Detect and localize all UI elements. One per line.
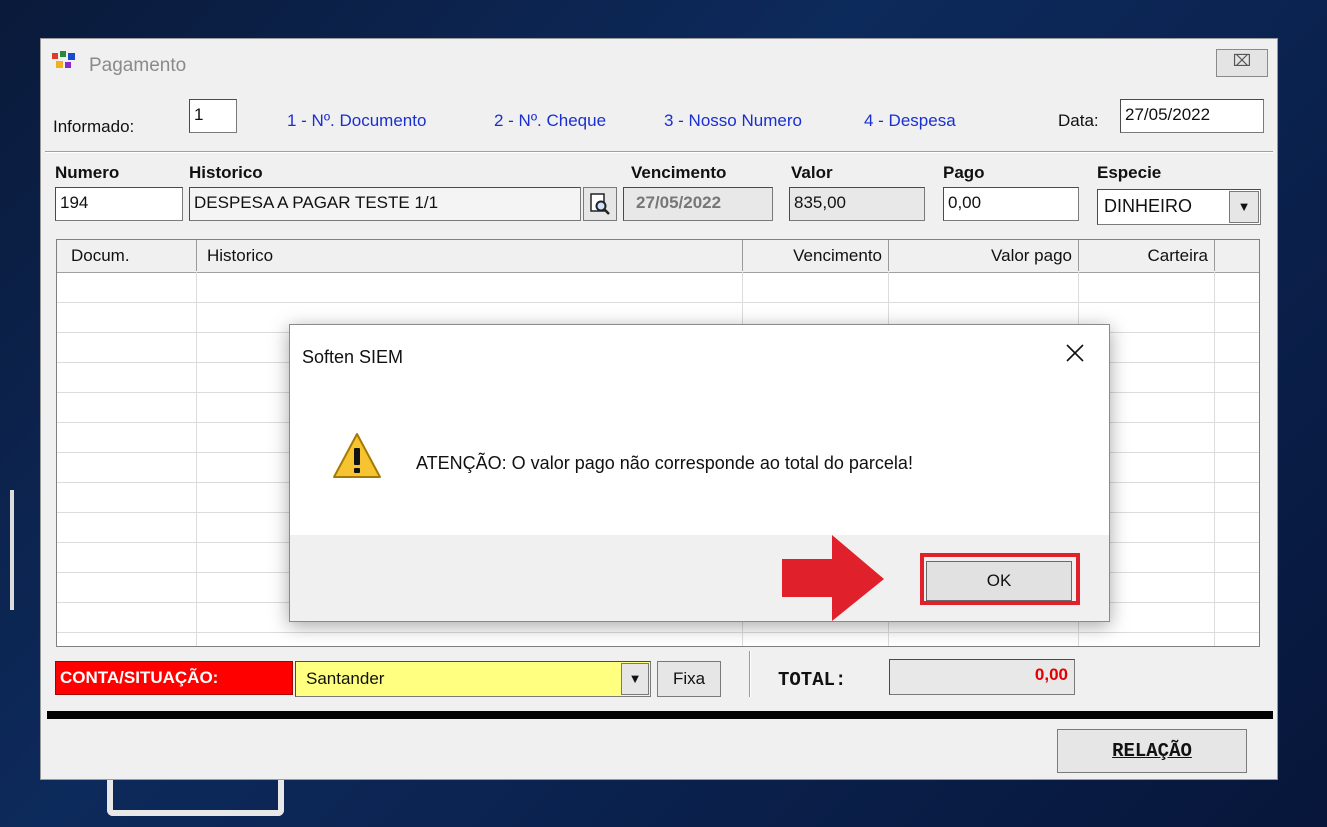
especie-label: Especie bbox=[1097, 163, 1162, 182]
divider bbox=[45, 151, 1273, 153]
historico-input[interactable]: DESPESA A PAGAR TESTE 1/1 bbox=[189, 187, 581, 221]
valor-label: Valor bbox=[791, 163, 833, 182]
fixa-button[interactable]: Fixa bbox=[657, 661, 721, 697]
informado-input[interactable]: 1 bbox=[189, 99, 237, 133]
desktop-background-shape-left bbox=[0, 490, 14, 610]
grid-line bbox=[57, 302, 1259, 303]
ok-button[interactable]: OK bbox=[926, 561, 1072, 601]
column-vencimento[interactable]: Vencimento bbox=[743, 240, 889, 271]
chevron-down-icon[interactable]: ▼ bbox=[1229, 191, 1259, 223]
conta-situacao-badge: CONTA/SITUAÇÃO: bbox=[55, 661, 293, 695]
data-label: Data: bbox=[1058, 111, 1099, 130]
historico-search-button[interactable] bbox=[583, 187, 617, 221]
grid-line bbox=[196, 272, 197, 646]
valor-input: 835,00 bbox=[789, 187, 925, 221]
grid-line bbox=[1214, 272, 1215, 646]
desktop-background-shape bbox=[107, 780, 284, 816]
pago-input[interactable]: 0,00 bbox=[943, 187, 1079, 221]
warning-icon bbox=[333, 433, 381, 478]
total-label: TOTAL: bbox=[778, 669, 847, 691]
especie-value: DINHEIRO bbox=[1104, 196, 1193, 216]
column-carteira[interactable]: Carteira bbox=[1079, 240, 1215, 271]
conta-select[interactable]: Santander ▼ bbox=[295, 661, 651, 697]
option-documento[interactable]: 1 - Nº. Documento bbox=[287, 111, 426, 131]
pago-label: Pago bbox=[943, 163, 985, 182]
column-historico[interactable]: Historico bbox=[197, 240, 743, 271]
total-value: 0,00 bbox=[889, 659, 1075, 695]
column-valor-pago[interactable]: Valor pago bbox=[889, 240, 1079, 271]
numero-label: Numero bbox=[55, 163, 120, 182]
relacao-button[interactable]: RELAÇÃO bbox=[1057, 729, 1247, 773]
grid-line bbox=[57, 632, 1259, 633]
close-icon[interactable] bbox=[1061, 339, 1089, 367]
window-titlebar[interactable]: Pagamento ⌧ bbox=[41, 39, 1277, 79]
chevron-down-icon[interactable]: ▼ bbox=[621, 663, 649, 695]
divider-bar bbox=[47, 711, 1273, 719]
window-title: Pagamento bbox=[89, 55, 187, 76]
relacao-label: RELAÇÃO bbox=[1112, 740, 1192, 762]
informado-label: Informado: bbox=[53, 117, 135, 136]
option-nosso-numero[interactable]: 3 - Nosso Numero bbox=[664, 111, 802, 131]
alert-dialog: Soften SIEM ATENÇÃO: O valor pago não co… bbox=[289, 324, 1110, 622]
vencimento-label: Vencimento bbox=[631, 163, 727, 182]
app-icon bbox=[52, 51, 75, 68]
column-docum[interactable]: Docum. bbox=[57, 240, 197, 271]
arrow-right-icon bbox=[782, 535, 884, 621]
option-cheque[interactable]: 2 - Nº. Cheque bbox=[494, 111, 606, 131]
vencimento-input: 27/05/2022 bbox=[623, 187, 773, 221]
historico-label: Historico bbox=[189, 163, 263, 182]
especie-select[interactable]: DINHEIRO ▼ bbox=[1097, 189, 1261, 225]
dialog-message: ATENÇÃO: O valor pago não corresponde ao… bbox=[416, 453, 913, 473]
dialog-title: Soften SIEM bbox=[302, 347, 404, 367]
data-input[interactable]: 27/05/2022 bbox=[1120, 99, 1264, 133]
magnifier-icon bbox=[590, 193, 610, 215]
numero-input[interactable]: 194 bbox=[55, 187, 183, 221]
divider bbox=[749, 651, 751, 697]
conta-value: Santander bbox=[306, 669, 385, 688]
table-header: Docum. Historico Vencimento Valor pago C… bbox=[57, 240, 1259, 273]
option-despesa[interactable]: 4 - Despesa bbox=[864, 111, 956, 131]
window-close-button[interactable]: ⌧ bbox=[1216, 49, 1268, 77]
conta-label: CONTA/SITUAÇÃO: bbox=[60, 668, 219, 687]
